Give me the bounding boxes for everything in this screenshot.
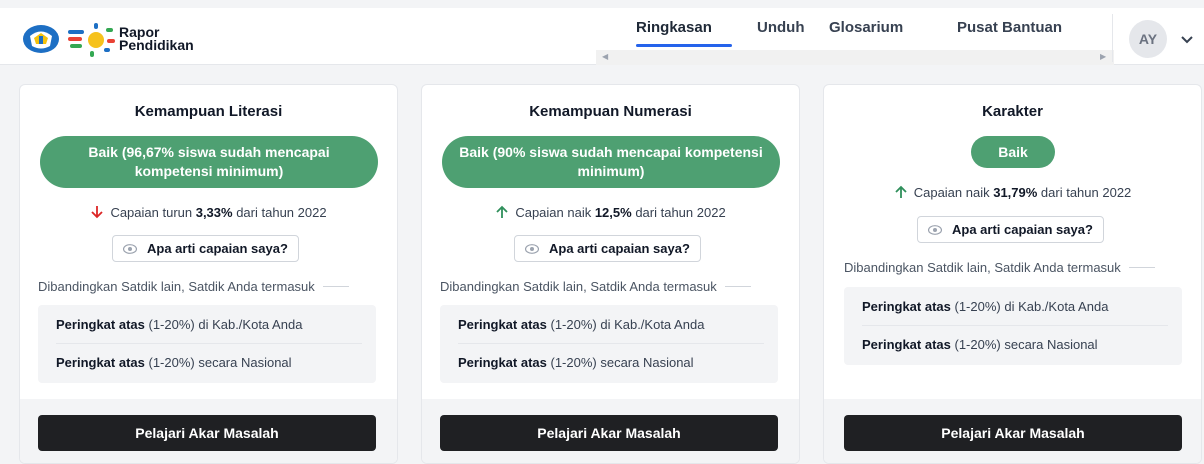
divider — [56, 343, 362, 344]
rank-bold: Peringkat atas — [56, 355, 145, 370]
rank-row-nasional: Peringkat atas (1-20%) secara Nasional — [458, 355, 694, 370]
divider — [458, 343, 764, 344]
pelajari-akar-masalah-button[interactable]: Pelajari Akar Masalah — [440, 415, 778, 451]
tab-unduh[interactable]: Unduh — [757, 19, 804, 36]
help-button[interactable]: Apa arti capaian saya? — [917, 216, 1104, 243]
chevron-down-icon[interactable] — [1180, 32, 1194, 46]
trend-text: Capaian naik 31,79% dari tahun 2022 — [824, 185, 1201, 200]
help-button[interactable]: Apa arti capaian saya? — [112, 235, 299, 262]
top-header: Rapor Pendidikan Ringkasan Unduh Glosari… — [0, 8, 1204, 65]
brand-line2: Pendidikan — [119, 37, 194, 53]
status-badge: Baik (90% siswa sudah mencapai kompetens… — [442, 136, 780, 188]
card-title: Kemampuan Numerasi — [529, 103, 692, 120]
main-nav: Ringkasan Unduh Glosarium Pusat Bantuan … — [596, 8, 1116, 65]
divider — [724, 286, 751, 287]
compare-text: Dibandingkan Satdik lain, Satdik Anda te… — [38, 279, 315, 294]
card-literasi: Kemampuan Literasi Baik (96,67% siswa su… — [19, 84, 398, 464]
rank-box: Peringkat atas (1-20%) di Kab./Kota Anda… — [38, 305, 376, 383]
rank-rest: (1-20%) di Kab./Kota Anda — [144, 317, 303, 332]
rank-rest: (1-20%) di Kab./Kota Anda — [546, 317, 705, 332]
eye-icon — [525, 243, 539, 254]
rank-row-kabkota: Peringkat atas (1-20%) di Kab./Kota Anda — [56, 317, 302, 332]
rank-rest: (1-20%) di Kab./Kota Anda — [950, 299, 1109, 314]
nav-divider — [1112, 14, 1113, 62]
help-button-label: Apa arti capaian saya? — [147, 241, 288, 256]
rank-bold: Peringkat atas — [862, 337, 951, 352]
rank-rest: (1-20%) secara Nasional — [144, 355, 292, 370]
rank-row-kabkota: Peringkat atas (1-20%) di Kab./Kota Anda — [458, 317, 704, 332]
compare-text: Dibandingkan Satdik lain, Satdik Anda te… — [844, 260, 1121, 275]
brand-name[interactable]: Rapor Pendidikan — [119, 25, 194, 53]
rank-bold: Peringkat atas — [458, 317, 547, 332]
compare-text: Dibandingkan Satdik lain, Satdik Anda te… — [440, 279, 717, 294]
tab-pusat-bantuan[interactable]: Pusat Bantuan — [957, 19, 1062, 36]
arrow-up-icon — [496, 205, 508, 218]
status-badge: Baik — [971, 136, 1055, 168]
arrow-down-icon — [91, 206, 104, 219]
rank-row-nasional: Peringkat atas (1-20%) secara Nasional — [56, 355, 292, 370]
card-karakter: Karakter Baik Capaian naik 31,79% dari t… — [823, 84, 1202, 464]
arrow-up-icon — [895, 185, 907, 198]
help-button-label: Apa arti capaian saya? — [549, 241, 690, 256]
trend-value: 3,33% — [195, 205, 233, 220]
trend-value: 12,5% — [594, 205, 632, 220]
rank-box: Peringkat atas (1-20%) di Kab./Kota Anda… — [844, 287, 1182, 365]
scroll-left-arrow-icon[interactable]: ◀ — [602, 52, 608, 61]
card-title: Karakter — [982, 103, 1043, 120]
rank-bold: Peringkat atas — [862, 299, 951, 314]
trend-text: Capaian turun 3,33% dari tahun 2022 — [20, 205, 397, 220]
tab-ringkasan[interactable]: Ringkasan — [636, 19, 712, 36]
rank-rest: (1-20%) secara Nasional — [950, 337, 1098, 352]
trend-prefix: Capaian turun — [110, 205, 196, 220]
help-button-label: Apa arti capaian saya? — [952, 222, 1093, 237]
card-footer: Pelajari Akar Masalah — [20, 399, 397, 463]
user-avatar[interactable]: AY — [1129, 20, 1167, 58]
trend-suffix: dari tahun 2022 — [1037, 185, 1132, 200]
trend-value: 31,79% — [993, 185, 1038, 200]
divider — [862, 325, 1168, 326]
eye-icon — [928, 224, 942, 235]
divider — [322, 286, 349, 287]
card-title: Kemampuan Literasi — [134, 103, 283, 120]
trend-text: Capaian naik 12,5% dari tahun 2022 — [422, 205, 799, 220]
compare-label: Dibandingkan Satdik lain, Satdik Anda te… — [844, 260, 1155, 275]
rank-row-nasional: Peringkat atas (1-20%) secara Nasional — [862, 337, 1098, 352]
compare-label: Dibandingkan Satdik lain, Satdik Anda te… — [38, 279, 349, 294]
help-button[interactable]: Apa arti capaian saya? — [514, 235, 701, 262]
nav-horizontal-scrollbar[interactable]: ◀ ▶ — [596, 50, 1114, 65]
rank-box: Peringkat atas (1-20%) di Kab./Kota Anda… — [440, 305, 778, 383]
card-numerasi: Kemampuan Numerasi Baik (90% siswa sudah… — [421, 84, 800, 464]
card-footer: Pelajari Akar Masalah — [824, 399, 1201, 463]
trend-suffix: dari tahun 2022 — [631, 205, 726, 220]
compare-label: Dibandingkan Satdik lain, Satdik Anda te… — [440, 279, 751, 294]
rank-row-kabkota: Peringkat atas (1-20%) di Kab./Kota Anda — [862, 299, 1108, 314]
rank-bold: Peringkat atas — [458, 355, 547, 370]
active-tab-indicator — [636, 44, 732, 47]
tab-glosarium[interactable]: Glosarium — [829, 19, 903, 36]
card-footer: Pelajari Akar Masalah — [422, 399, 799, 463]
status-badge: Baik (96,67% siswa sudah mencapai kompet… — [40, 136, 378, 188]
kemdikbud-logo-icon[interactable] — [22, 24, 60, 54]
rank-bold: Peringkat atas — [56, 317, 145, 332]
pelajari-akar-masalah-button[interactable]: Pelajari Akar Masalah — [844, 415, 1182, 451]
rapor-sun-logo-icon[interactable] — [66, 22, 116, 58]
divider — [1128, 267, 1155, 268]
eye-icon — [123, 243, 137, 254]
trend-suffix: dari tahun 2022 — [232, 205, 327, 220]
pelajari-akar-masalah-button[interactable]: Pelajari Akar Masalah — [38, 415, 376, 451]
trend-prefix: Capaian naik — [913, 185, 994, 200]
rank-rest: (1-20%) secara Nasional — [546, 355, 694, 370]
scroll-right-arrow-icon[interactable]: ▶ — [1100, 52, 1106, 61]
trend-prefix: Capaian naik — [515, 205, 595, 220]
